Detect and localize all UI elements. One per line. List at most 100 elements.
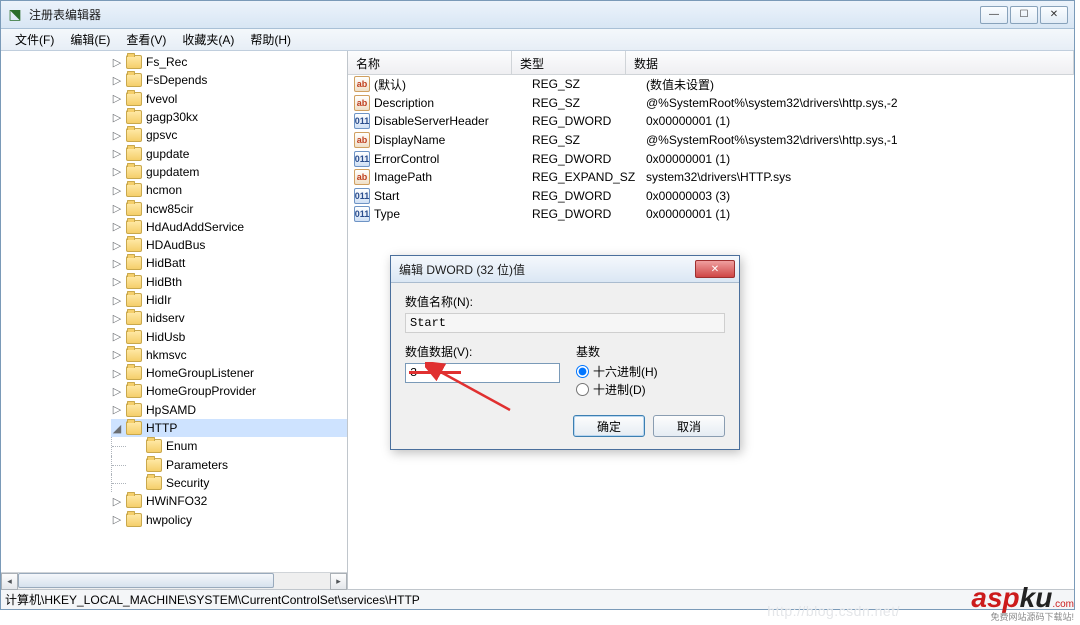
scroll-right-button[interactable]: ▸ xyxy=(330,573,347,590)
tree-item[interactable]: ◢HTTP xyxy=(111,419,347,437)
expander-icon[interactable]: ▷ xyxy=(111,294,123,307)
expander-icon[interactable]: ▷ xyxy=(111,495,123,508)
annotation-underline xyxy=(409,371,461,374)
tree-item[interactable]: ▷gpsvc xyxy=(111,126,347,144)
expander-icon[interactable]: ▷ xyxy=(111,147,123,160)
folder-icon xyxy=(146,476,162,490)
tree-item[interactable]: ▷ HidUsb xyxy=(111,327,347,345)
tree-item[interactable]: ▷gupdatem xyxy=(111,163,347,181)
tree-item[interactable]: ▷HomeGroupListener xyxy=(111,364,347,382)
tree-label: Enum xyxy=(165,439,197,453)
col-name[interactable]: 名称 xyxy=(348,51,512,74)
menu-favorites[interactable]: 收藏夹(A) xyxy=(174,29,242,50)
expander-icon[interactable]: ▷ xyxy=(111,165,123,178)
expander-icon[interactable]: ▷ xyxy=(111,257,123,270)
expander-icon[interactable]: ▷ xyxy=(111,513,123,526)
expander-icon[interactable]: ▷ xyxy=(111,403,123,416)
tree-item[interactable]: ▷HidIr xyxy=(111,291,347,309)
scroll-track[interactable] xyxy=(18,573,330,590)
tree-item[interactable]: ▷hcw85cir xyxy=(111,199,347,217)
dialog-title: 编辑 DWORD (32 位)值 xyxy=(391,261,695,278)
folder-icon xyxy=(126,275,142,289)
value-type: REG_SZ xyxy=(532,96,646,110)
tree-label: Parameters xyxy=(165,458,228,472)
tree-label: fvevol xyxy=(145,92,177,106)
tree-item[interactable]: ▷HpSAMD xyxy=(111,401,347,419)
tree-item[interactable]: ▷HidBth xyxy=(111,273,347,291)
radio-hex[interactable] xyxy=(576,365,589,378)
cancel-button[interactable]: 取消 xyxy=(653,415,725,437)
radio-dec-row[interactable]: 十进制(D) xyxy=(576,381,725,398)
value-data: (数值未设置) xyxy=(646,76,1074,93)
expander-icon[interactable]: ▷ xyxy=(111,92,123,105)
menu-edit[interactable]: 编辑(E) xyxy=(62,29,118,50)
expander-icon[interactable]: ▷ xyxy=(111,111,123,124)
tree-item[interactable]: ▷HWiNFO32 xyxy=(111,492,347,510)
radio-dec-label: 十进制(D) xyxy=(593,381,646,398)
list-row[interactable]: abImagePathREG_EXPAND_SZsystem32\drivers… xyxy=(348,168,1074,187)
close-button[interactable]: ✕ xyxy=(1040,6,1068,24)
tree-item[interactable]: ▷gupdate xyxy=(111,144,347,162)
tree-label: HidUsb xyxy=(145,330,185,344)
expander-icon[interactable]: ▷ xyxy=(111,330,123,343)
expander-icon[interactable]: ▷ xyxy=(111,367,123,380)
tree-item[interactable]: Enum xyxy=(111,437,347,455)
tree-item[interactable]: ▷FsDepends xyxy=(111,71,347,89)
list-row[interactable]: abDisplayNameREG_SZ@%SystemRoot%\system3… xyxy=(348,131,1074,150)
expander-icon[interactable]: ◢ xyxy=(111,422,123,435)
dialog-close-button[interactable]: ✕ xyxy=(695,260,735,278)
tree-item[interactable]: ▷hcmon xyxy=(111,181,347,199)
tree-item[interactable]: ▷ Fs_Rec xyxy=(111,53,347,71)
tree-item[interactable]: ▷gagp30kx xyxy=(111,108,347,126)
tree-item[interactable]: ▷hwpolicy xyxy=(111,510,347,528)
menu-view[interactable]: 查看(V) xyxy=(118,29,174,50)
tree-label: Fs_Rec xyxy=(145,55,187,69)
list-row[interactable]: ab(默认)REG_SZ(数值未设置) xyxy=(348,75,1074,94)
tree-item[interactable]: ▷HomeGroupProvider xyxy=(111,382,347,400)
expander-icon[interactable]: ▷ xyxy=(111,348,123,361)
radio-dec[interactable] xyxy=(576,383,589,396)
expander-icon[interactable]: ▷ xyxy=(111,220,123,233)
tree-viewport[interactable]: ▷Fs_Rec▷FsDepends▷fvevol▷gagp30kx▷gpsvc▷… xyxy=(1,51,347,572)
col-data[interactable]: 数据 xyxy=(626,51,1074,74)
menu-file[interactable]: 文件(F) xyxy=(7,29,62,50)
expander-icon[interactable]: ▷ xyxy=(111,385,123,398)
expander-icon[interactable]: ▷ xyxy=(111,202,123,215)
list-row[interactable]: 011ErrorControlREG_DWORD0x00000001 (1) xyxy=(348,149,1074,168)
col-type[interactable]: 类型 xyxy=(512,51,626,74)
tree-item[interactable]: ▷hidserv xyxy=(111,309,347,327)
value-type: REG_DWORD xyxy=(532,152,646,166)
value-name: (默认) xyxy=(374,76,532,93)
tree-item[interactable]: ▷ hkmsvc xyxy=(111,346,347,364)
folder-icon xyxy=(126,293,142,307)
tree-hscrollbar[interactable]: ◂ ▸ xyxy=(1,572,347,589)
tree-item[interactable]: ▷ fvevol xyxy=(111,90,347,108)
tree-item[interactable]: ▷HDAudBus xyxy=(111,236,347,254)
value-name: Start xyxy=(374,189,532,203)
tree-item[interactable]: ▷HidBatt xyxy=(111,254,347,272)
tree-item[interactable]: Parameters xyxy=(111,456,347,474)
expander-icon[interactable]: ▷ xyxy=(111,74,123,87)
expander-icon[interactable]: ▷ xyxy=(111,275,123,288)
expander-icon[interactable]: ▷ xyxy=(111,184,123,197)
radio-hex-row[interactable]: 十六进制(H) xyxy=(576,363,725,380)
list-row[interactable]: abDescriptionREG_SZ@%SystemRoot%\system3… xyxy=(348,94,1074,113)
expander-icon[interactable]: ▷ xyxy=(111,312,123,325)
scroll-left-button[interactable]: ◂ xyxy=(1,573,18,590)
list-row[interactable]: 011TypeREG_DWORD0x00000001 (1) xyxy=(348,205,1074,224)
ok-button[interactable]: 确定 xyxy=(573,415,645,437)
list-row[interactable]: 011StartREG_DWORD0x00000003 (3) xyxy=(348,187,1074,206)
list-header: 名称 类型 数据 xyxy=(348,51,1074,75)
tree-item[interactable]: ▷HdAudAddService xyxy=(111,218,347,236)
maximize-button[interactable]: ☐ xyxy=(1010,6,1038,24)
scroll-thumb[interactable] xyxy=(18,573,274,588)
expander-icon[interactable]: ▷ xyxy=(111,239,123,252)
expander-icon[interactable]: ▷ xyxy=(111,129,123,142)
menu-help[interactable]: 帮助(H) xyxy=(242,29,299,50)
tree-item[interactable]: Security xyxy=(111,474,347,492)
list-row[interactable]: 011DisableServerHeaderREG_DWORD0x0000000… xyxy=(348,112,1074,131)
tree-label: hkmsvc xyxy=(145,348,187,362)
value-name: Type xyxy=(374,207,532,221)
minimize-button[interactable]: — xyxy=(980,6,1008,24)
expander-icon[interactable]: ▷ xyxy=(111,56,123,69)
